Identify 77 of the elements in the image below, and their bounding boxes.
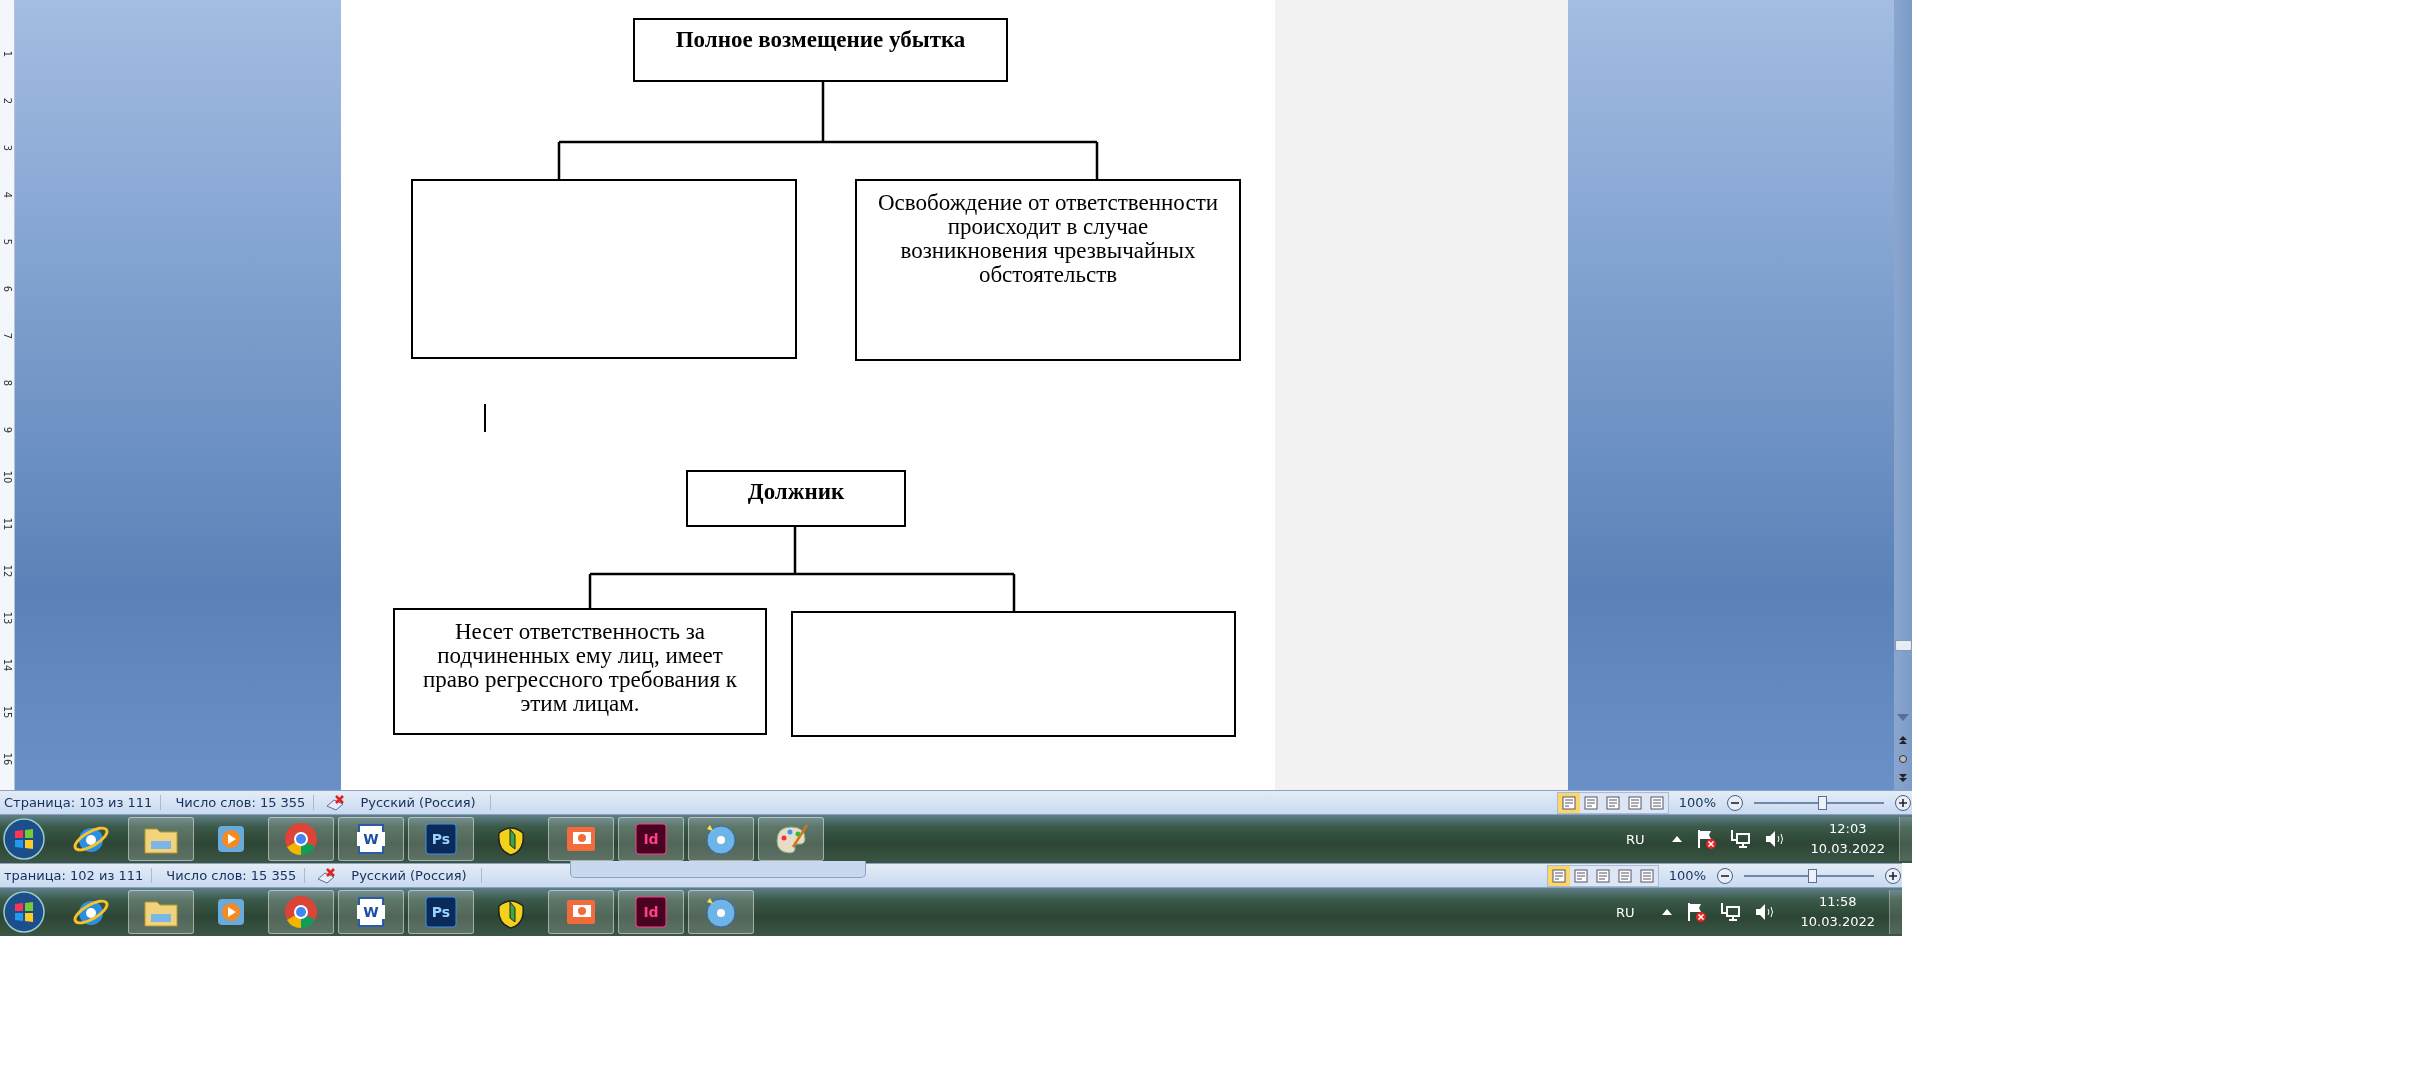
app-icon-letters: Ps [431, 904, 451, 920]
taskbar-button[interactable]: W [338, 890, 404, 934]
diagram-node: Полное возмещение убытка [633, 18, 1008, 82]
app-icon-letters: W [363, 831, 379, 847]
taskbar-button[interactable] [268, 817, 334, 861]
ruler-number: 8 [1, 379, 14, 387]
previous-page-icon[interactable] [1898, 735, 1908, 745]
ruler-number: 10 [1, 470, 14, 484]
taskbar-button[interactable] [688, 817, 754, 861]
taskbar-button[interactable]: W [338, 817, 404, 861]
taskbar-button[interactable] [688, 890, 754, 934]
start-button[interactable] [2, 890, 46, 934]
zoom-level[interactable]: 100% [1668, 868, 1706, 883]
ruler-number: 12 [1, 564, 14, 578]
ruler-number: 7 [1, 332, 14, 340]
app-icon-letters: W [363, 904, 379, 920]
taskbar-button[interactable]: Ps [408, 890, 474, 934]
taskbar-button[interactable] [548, 890, 614, 934]
ruler-number: 15 [1, 705, 14, 719]
app-icon-letters: Id [643, 831, 659, 847]
taskbar-button[interactable] [548, 817, 614, 861]
word-count[interactable]: Число слов: 15 355 [171, 795, 315, 810]
show-desktop-button[interactable] [1899, 817, 1912, 861]
zoom-out-icon[interactable] [1716, 866, 1734, 885]
show-hidden-icons-icon[interactable] [1660, 907, 1673, 917]
taskbar-button[interactable] [758, 817, 824, 861]
diagram-node: Освобождение от ответственности происходит в случае возникновения чрезвычайных обстоятельств [855, 179, 1241, 361]
browse-object-icon[interactable] [1898, 754, 1908, 764]
input-language[interactable]: RU [1626, 831, 1645, 847]
language-indicator[interactable]: Русский (Россия) [356, 795, 491, 810]
text-cursor [484, 404, 486, 432]
page-count[interactable]: Страница: 103 из 111 [0, 795, 162, 810]
zoom-in-icon[interactable] [1884, 866, 1902, 885]
taskbar-button[interactable]: Id [618, 817, 684, 861]
taskbar-button[interactable]: Ps [408, 817, 474, 861]
diagram-node: Несет ответственность за подчиненных ему лиц, имеет право регрессного требования к этим лицам. [393, 608, 767, 735]
taskbar-button[interactable]: Id [618, 890, 684, 934]
taskbar-button[interactable] [268, 890, 334, 934]
show-hidden-icons-icon[interactable] [1670, 834, 1683, 844]
ruler-number: 1 [1, 50, 14, 58]
ruler-number: 13 [1, 611, 14, 625]
word-count[interactable]: Число слов: 15 355 [162, 868, 306, 883]
input-language[interactable]: RU [1616, 904, 1635, 920]
zoom-in-icon[interactable] [1894, 793, 1912, 812]
zoom-slider-thumb[interactable] [1807, 868, 1817, 883]
clock-date[interactable]: 10.03.2022 [1800, 912, 1875, 932]
page-count[interactable]: траница: 102 из 111 [0, 868, 153, 883]
app-icon-letters: Ps [431, 831, 451, 847]
show-desktop-button[interactable] [1889, 890, 1902, 934]
network-icon[interactable] [1728, 828, 1751, 850]
ruler-number: 2 [1, 97, 14, 105]
ruler-number: 4 [1, 191, 14, 199]
view-mode-icon[interactable] [1557, 792, 1580, 813]
next-page-icon[interactable] [1898, 773, 1908, 783]
zoom-out-icon[interactable] [1726, 793, 1744, 812]
start-button[interactable] [2, 817, 46, 861]
vertical-scrollbar[interactable] [1894, 0, 1912, 790]
clock-time[interactable]: 11:58 [1819, 892, 1857, 912]
ruler-number: 6 [1, 285, 14, 293]
ruler-number: 11 [1, 517, 14, 531]
spellcheck-icon[interactable] [315, 866, 338, 885]
view-mode-icon[interactable] [1547, 865, 1570, 886]
network-icon[interactable] [1718, 901, 1741, 923]
ruler-number: 5 [1, 238, 14, 246]
clock-date[interactable]: 10.03.2022 [1810, 839, 1885, 859]
app-icon-letters: Id [643, 904, 659, 920]
diagram-node: Должник [686, 470, 906, 527]
scrollbar-thumb[interactable] [1895, 640, 1912, 651]
clock-time[interactable]: 12:03 [1829, 819, 1867, 839]
ruler-number: 9 [1, 426, 14, 434]
zoom-level[interactable]: 100% [1678, 795, 1716, 810]
ruler-number: 3 [1, 144, 14, 152]
ruler-number: 14 [1, 658, 14, 672]
zoom-slider-thumb[interactable] [1817, 795, 1827, 810]
language-indicator[interactable]: Русский (Россия) [347, 868, 482, 883]
spellcheck-icon[interactable] [324, 793, 347, 812]
ruler-number: 16 [1, 752, 14, 766]
